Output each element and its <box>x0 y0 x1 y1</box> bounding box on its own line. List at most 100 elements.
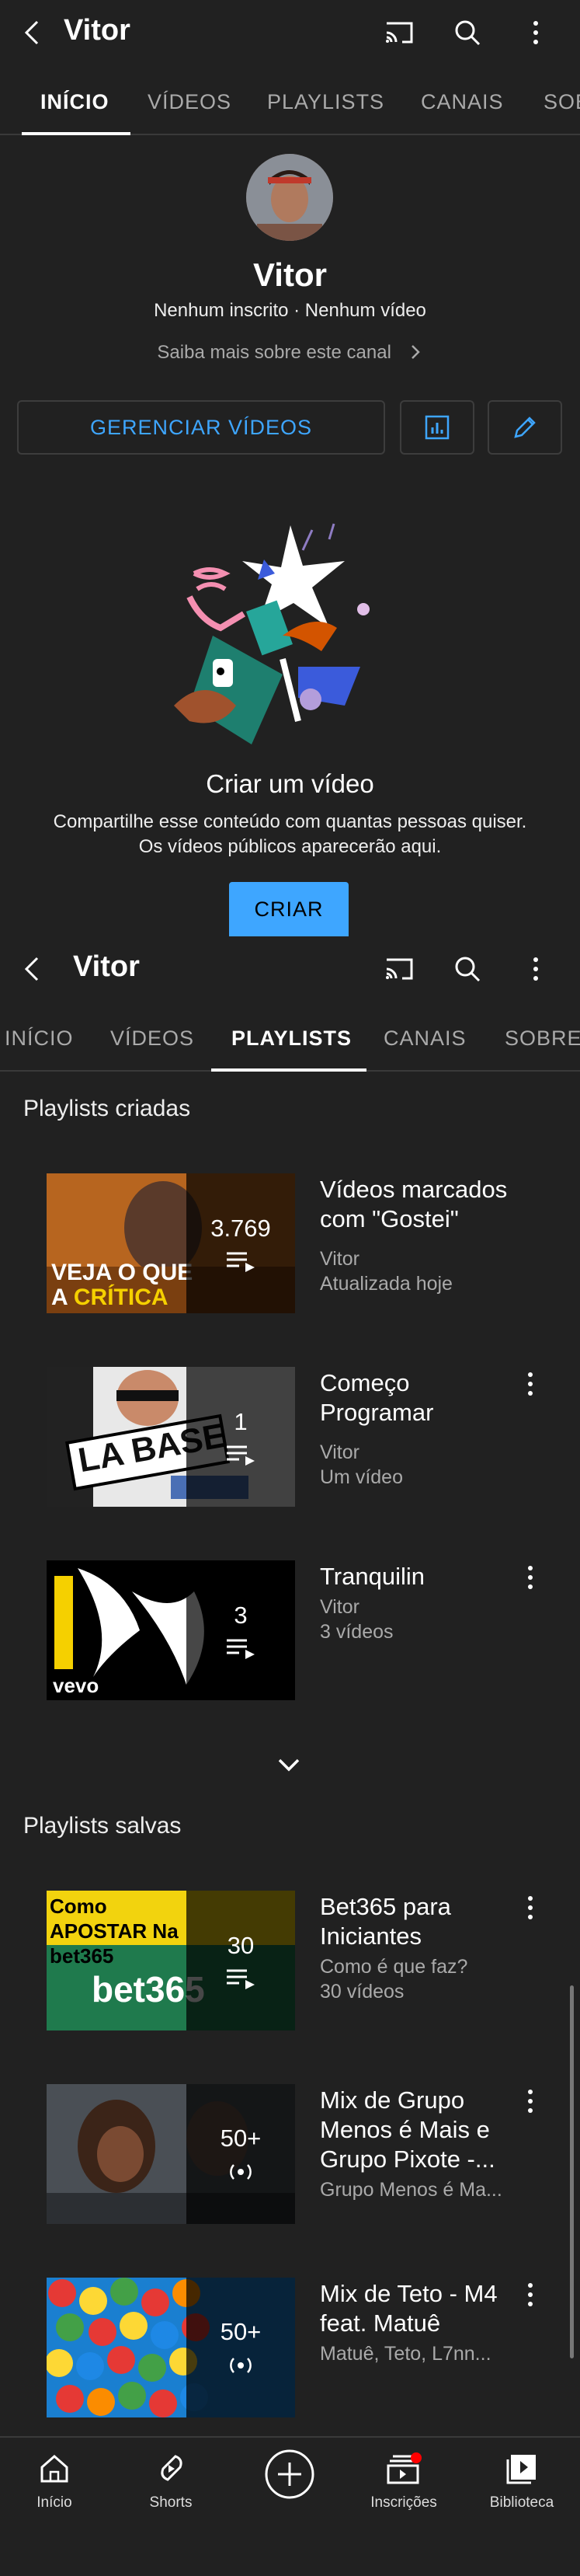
back-arrow-icon[interactable] <box>17 17 48 48</box>
playlist-thumbnail[interactable]: VEJA O QUE A CRÍTICA ACHOU 3.769 <box>47 1173 295 1313</box>
chevron-right-icon <box>411 345 420 359</box>
about-channel-link[interactable]: Saiba mais sobre este canal <box>0 342 580 364</box>
playlist-item[interactable]: VEJA O QUE A CRÍTICA ACHOU 3.769 Vídeos … <box>0 1173 580 1321</box>
more-vert-icon[interactable] <box>517 14 554 51</box>
nav-library[interactable]: Biblioteca <box>475 2452 568 2512</box>
playlist-title[interactable]: Mix de Grupo Menos é Mais e Grupo Pixote… <box>320 2086 530 2174</box>
manage-videos-button[interactable]: GERENCIAR VÍDEOS <box>17 400 385 455</box>
channel-title: Vitor <box>73 950 140 983</box>
thumbnail-caption: Como APOSTAR Na bet365 <box>50 1895 179 1968</box>
playlist-thumbnail[interactable]: 50+ <box>47 2084 295 2224</box>
playlist-video-count: 1 <box>234 1408 248 1435</box>
tab-inicio[interactable]: INÍCIO <box>5 1027 74 1051</box>
tab-canais[interactable]: CANAIS <box>421 90 504 114</box>
active-tab-indicator <box>22 132 130 135</box>
playlist-title[interactable]: Vídeos marcados com "Gostei" <box>320 1175 530 1234</box>
shorts-icon <box>161 2455 182 2481</box>
playlist-item[interactable]: LA BASE 1 Começo Programar Vitor Um víde… <box>0 1367 580 1515</box>
empty-state-line-2: Os vídeos públicos aparecerão aqui. <box>138 836 442 857</box>
tab-sobre[interactable]: SOBRE <box>505 1027 580 1051</box>
playlist-video-count: 3.769 <box>210 1215 271 1242</box>
channel-title: Vitor <box>64 14 130 47</box>
playlist-video-count: 30 <box>227 1932 255 1959</box>
tab-canais[interactable]: CANAIS <box>384 1027 467 1051</box>
playlist-item[interactable]: 50+ Mix de Grupo Menos é Mais e Grupo Pi… <box>0 2084 580 2232</box>
tab-playlists[interactable]: PLAYLISTS <box>267 90 384 114</box>
playlist-item[interactable]: Como APOSTAR Na bet365 bet365 30 Bet365 … <box>0 1891 580 2038</box>
tab-videos[interactable]: VÍDEOS <box>148 90 231 114</box>
playlist-meta: Atualizada hoje <box>320 1273 453 1295</box>
playlist-meta: 3 vídeos <box>320 1621 394 1643</box>
home-icon <box>40 2455 68 2483</box>
saved-playlists-heading: Playlists salvas <box>23 1813 182 1839</box>
pencil-icon <box>514 417 536 438</box>
playlist-more-icon[interactable] <box>519 1892 542 1923</box>
playlist-count-overlay: 50+ <box>186 2278 295 2417</box>
playlist-count-overlay: 3 <box>186 1560 295 1700</box>
playlist-channel: Vitor <box>320 1248 359 1270</box>
create-video-illustration <box>174 523 370 744</box>
nav-library-label: Biblioteca <box>489 2494 554 2511</box>
playlist-count-overlay: 1 <box>186 1367 295 1507</box>
playlist-more-icon[interactable] <box>519 2279 542 2310</box>
tab-inicio[interactable]: INÍCIO <box>40 90 109 114</box>
playlist-item[interactable]: 50+ Mix de Teto - M4 feat. Matuê Matuê, … <box>0 2278 580 2425</box>
search-icon[interactable] <box>449 14 486 51</box>
create-icon <box>265 2449 314 2499</box>
analytics-button[interactable] <box>400 400 474 455</box>
nav-home[interactable]: Início <box>8 2452 101 2512</box>
playlist-title[interactable]: Tranquilin <box>320 1562 530 1591</box>
avatar-photo <box>246 154 333 241</box>
playlist-title[interactable]: Começo Programar <box>320 1368 530 1427</box>
playlist-meta: Um vídeo <box>320 1466 403 1488</box>
playlist-more-icon[interactable] <box>519 1562 542 1593</box>
about-channel-label: Saiba mais sobre este canal <box>157 342 391 363</box>
nav-shorts-label: Shorts <box>149 2494 193 2511</box>
library-icon <box>506 2455 536 2484</box>
edit-channel-button[interactable] <box>488 400 562 455</box>
playlist-icon <box>227 1639 255 1659</box>
playlist-channel: Matuê, Teto, L7nn... <box>320 2343 491 2365</box>
channel-name: Vitor <box>253 256 327 293</box>
playlist-icon <box>227 1445 255 1466</box>
cast-icon[interactable] <box>380 950 418 988</box>
subscriptions-icon <box>387 2452 422 2484</box>
playlist-icon <box>227 1969 255 1989</box>
playlist-video-count: 50+ <box>220 2318 262 2345</box>
playlist-thumbnail[interactable]: 50+ <box>47 2278 295 2417</box>
playlist-title[interactable]: Bet365 para Iniciantes <box>320 1892 530 1951</box>
playlist-thumbnail[interactable]: vevo 3 <box>47 1560 295 1700</box>
nav-subscriptions[interactable]: Inscrições <box>357 2452 450 2512</box>
notification-dot <box>411 2452 422 2463</box>
playlist-more-icon[interactable] <box>519 2086 542 2117</box>
playlist-item[interactable]: vevo 3 Tranquilin Vitor 3 vídeos <box>0 1560 580 1708</box>
empty-state-description: Compartilhe esse conteúdo com quantas pe… <box>0 810 580 859</box>
playlist-count-overlay: 3.769 <box>186 1173 295 1313</box>
tab-playlists[interactable]: PLAYLISTS <box>231 1027 352 1051</box>
playlist-channel: Como é que faz? <box>320 1956 468 1978</box>
more-vert-icon[interactable] <box>517 950 554 988</box>
playlist-thumbnail[interactable]: LA BASE 1 <box>47 1367 295 1507</box>
channel-avatar[interactable] <box>246 154 333 241</box>
nav-create[interactable] <box>243 2449 336 2505</box>
app-bar: Vitor <box>0 0 580 70</box>
cast-icon[interactable] <box>380 14 418 51</box>
back-arrow-icon[interactable] <box>17 953 48 985</box>
playlist-thumbnail[interactable]: Como APOSTAR Na bet365 bet365 30 <box>47 1891 295 2030</box>
playlist-icon <box>227 1252 255 1272</box>
scrollbar[interactable] <box>570 1985 574 2358</box>
channel-home-screen: Vitor INÍCIO VÍDEOS PLAYLISTS CANAIS SOB… <box>0 0 580 936</box>
nav-subscriptions-label: Inscrições <box>370 2494 437 2511</box>
playlist-title[interactable]: Mix de Teto - M4 feat. Matuê <box>320 2279 530 2338</box>
playlist-channel: Grupo Menos é Ma... <box>320 2179 502 2201</box>
playlist-more-icon[interactable] <box>519 1368 542 1400</box>
tab-videos[interactable]: VÍDEOS <box>110 1027 194 1051</box>
expand-chevron-icon[interactable] <box>272 1754 306 1777</box>
nav-shorts[interactable]: Shorts <box>124 2452 217 2512</box>
tab-sobre[interactable]: SOBRE <box>544 90 580 114</box>
create-button[interactable]: CRIAR <box>229 882 349 936</box>
playlist-meta: 30 vídeos <box>320 1981 405 2003</box>
search-icon[interactable] <box>449 950 486 988</box>
playlist-video-count: 3 <box>234 1602 248 1629</box>
playlist-channel: Vitor <box>320 1441 359 1463</box>
